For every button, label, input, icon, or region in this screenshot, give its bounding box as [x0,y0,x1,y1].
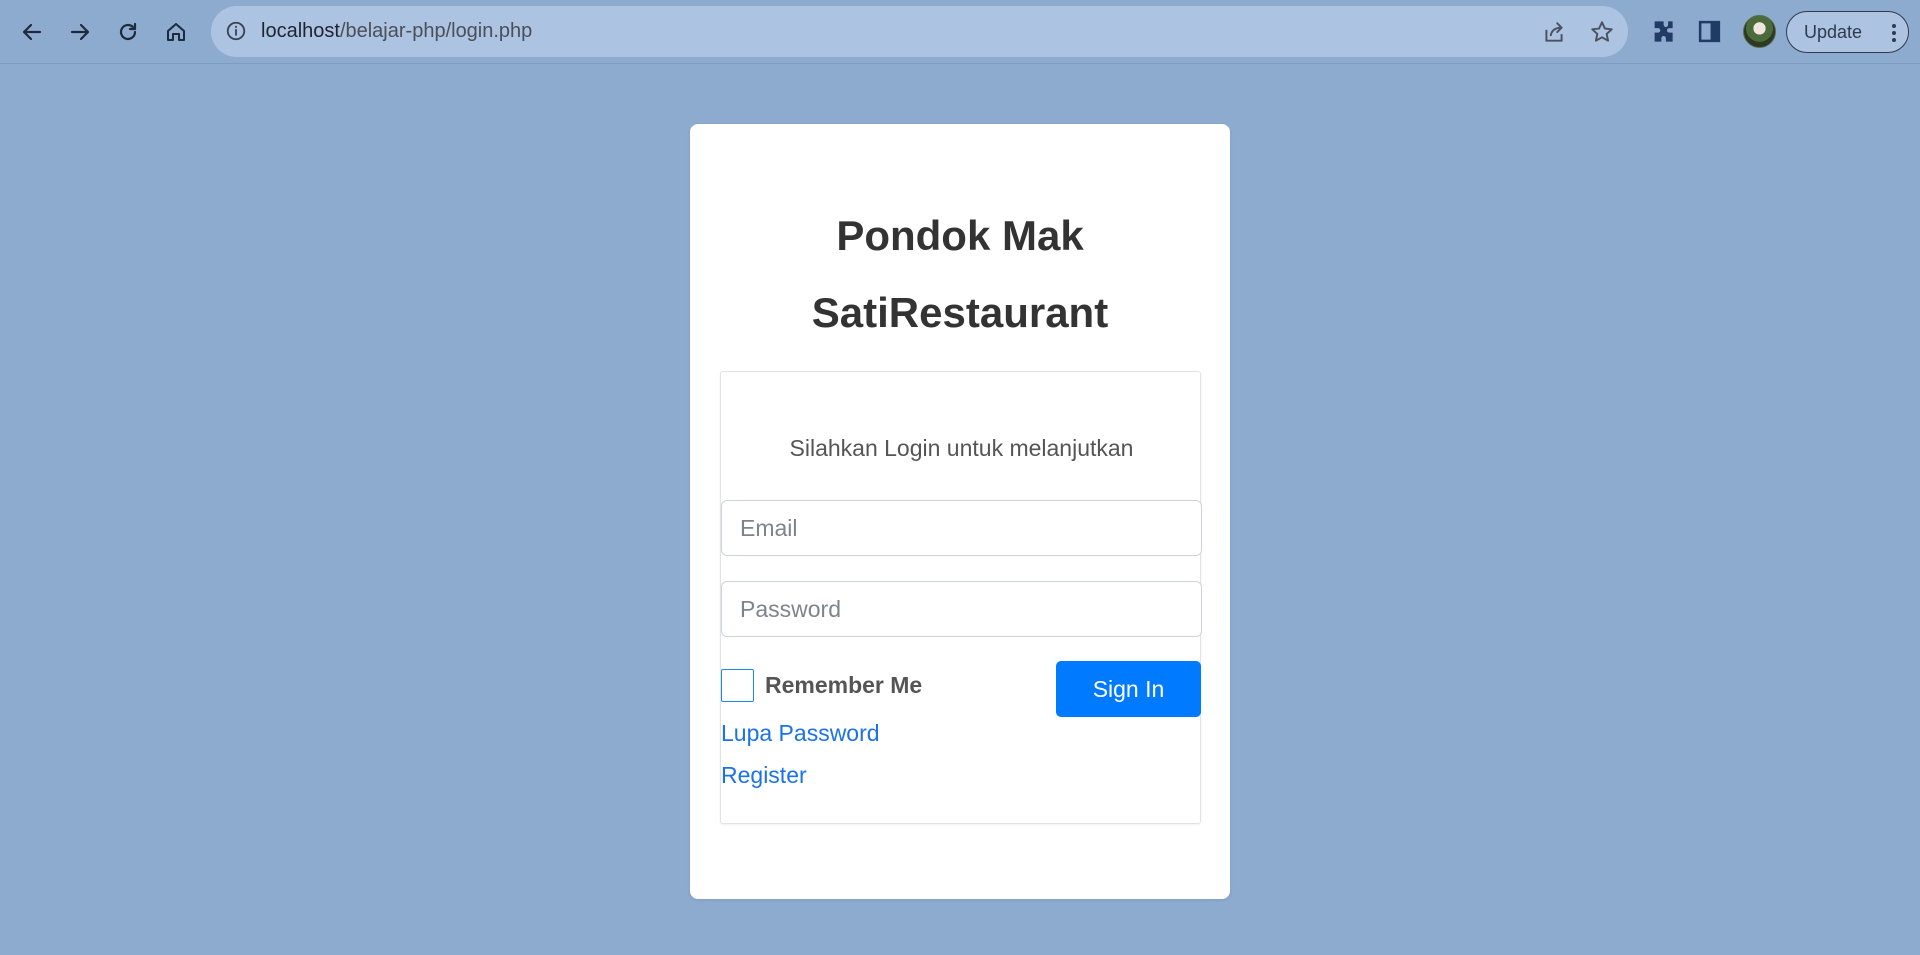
address-bar[interactable]: localhost/belajar-php/login.php [211,6,1628,57]
back-button[interactable] [14,14,50,50]
url-text[interactable]: localhost/belajar-php/login.php [261,6,532,57]
update-button[interactable]: Update [1786,11,1909,53]
forgot-password-link[interactable]: Lupa Password [721,720,880,747]
login-subtitle: Silahkan Login untuk melanjutkan [789,435,1134,461]
page-title-line2: SatiRestaurant [811,289,1109,336]
avatar[interactable] [1743,15,1776,48]
password-field[interactable] [721,581,1202,637]
forward-button[interactable] [62,14,98,50]
share-icon[interactable] [1541,19,1567,45]
remember-checkbox[interactable] [721,668,754,702]
star-icon[interactable] [1589,19,1615,45]
reload-button[interactable] [110,14,146,50]
login-card: Pondok Mak SatiRestaurant Silahkan Login… [690,124,1230,899]
home-button[interactable] [158,14,194,50]
remember-label[interactable]: Remember Me [765,672,922,699]
email-field[interactable] [721,500,1202,556]
update-label: Update [1804,21,1863,42]
home-icon [167,23,185,41]
back-icon [22,23,42,41]
more-icon[interactable] [1892,24,1896,42]
info-icon[interactable] [225,20,247,42]
login-form: Silahkan Login untuk melanjutkan Remembe… [720,371,1202,824]
page-title-line1: Pondok Mak [836,212,1084,259]
remember-me[interactable]: Remember Me [721,668,922,702]
reload-icon [119,22,137,41]
side-panel-icon[interactable] [1697,19,1722,44]
sign-in-button[interactable]: Sign In [1056,661,1201,717]
url-host: localhost [261,20,340,42]
extensions-icon[interactable] [1649,18,1676,45]
url-path: /belajar-php/login.php [339,20,533,42]
forward-icon [70,23,90,41]
browser-toolbar: localhost/belajar-php/login.php Update [0,0,1920,64]
register-link[interactable]: Register [721,762,807,789]
